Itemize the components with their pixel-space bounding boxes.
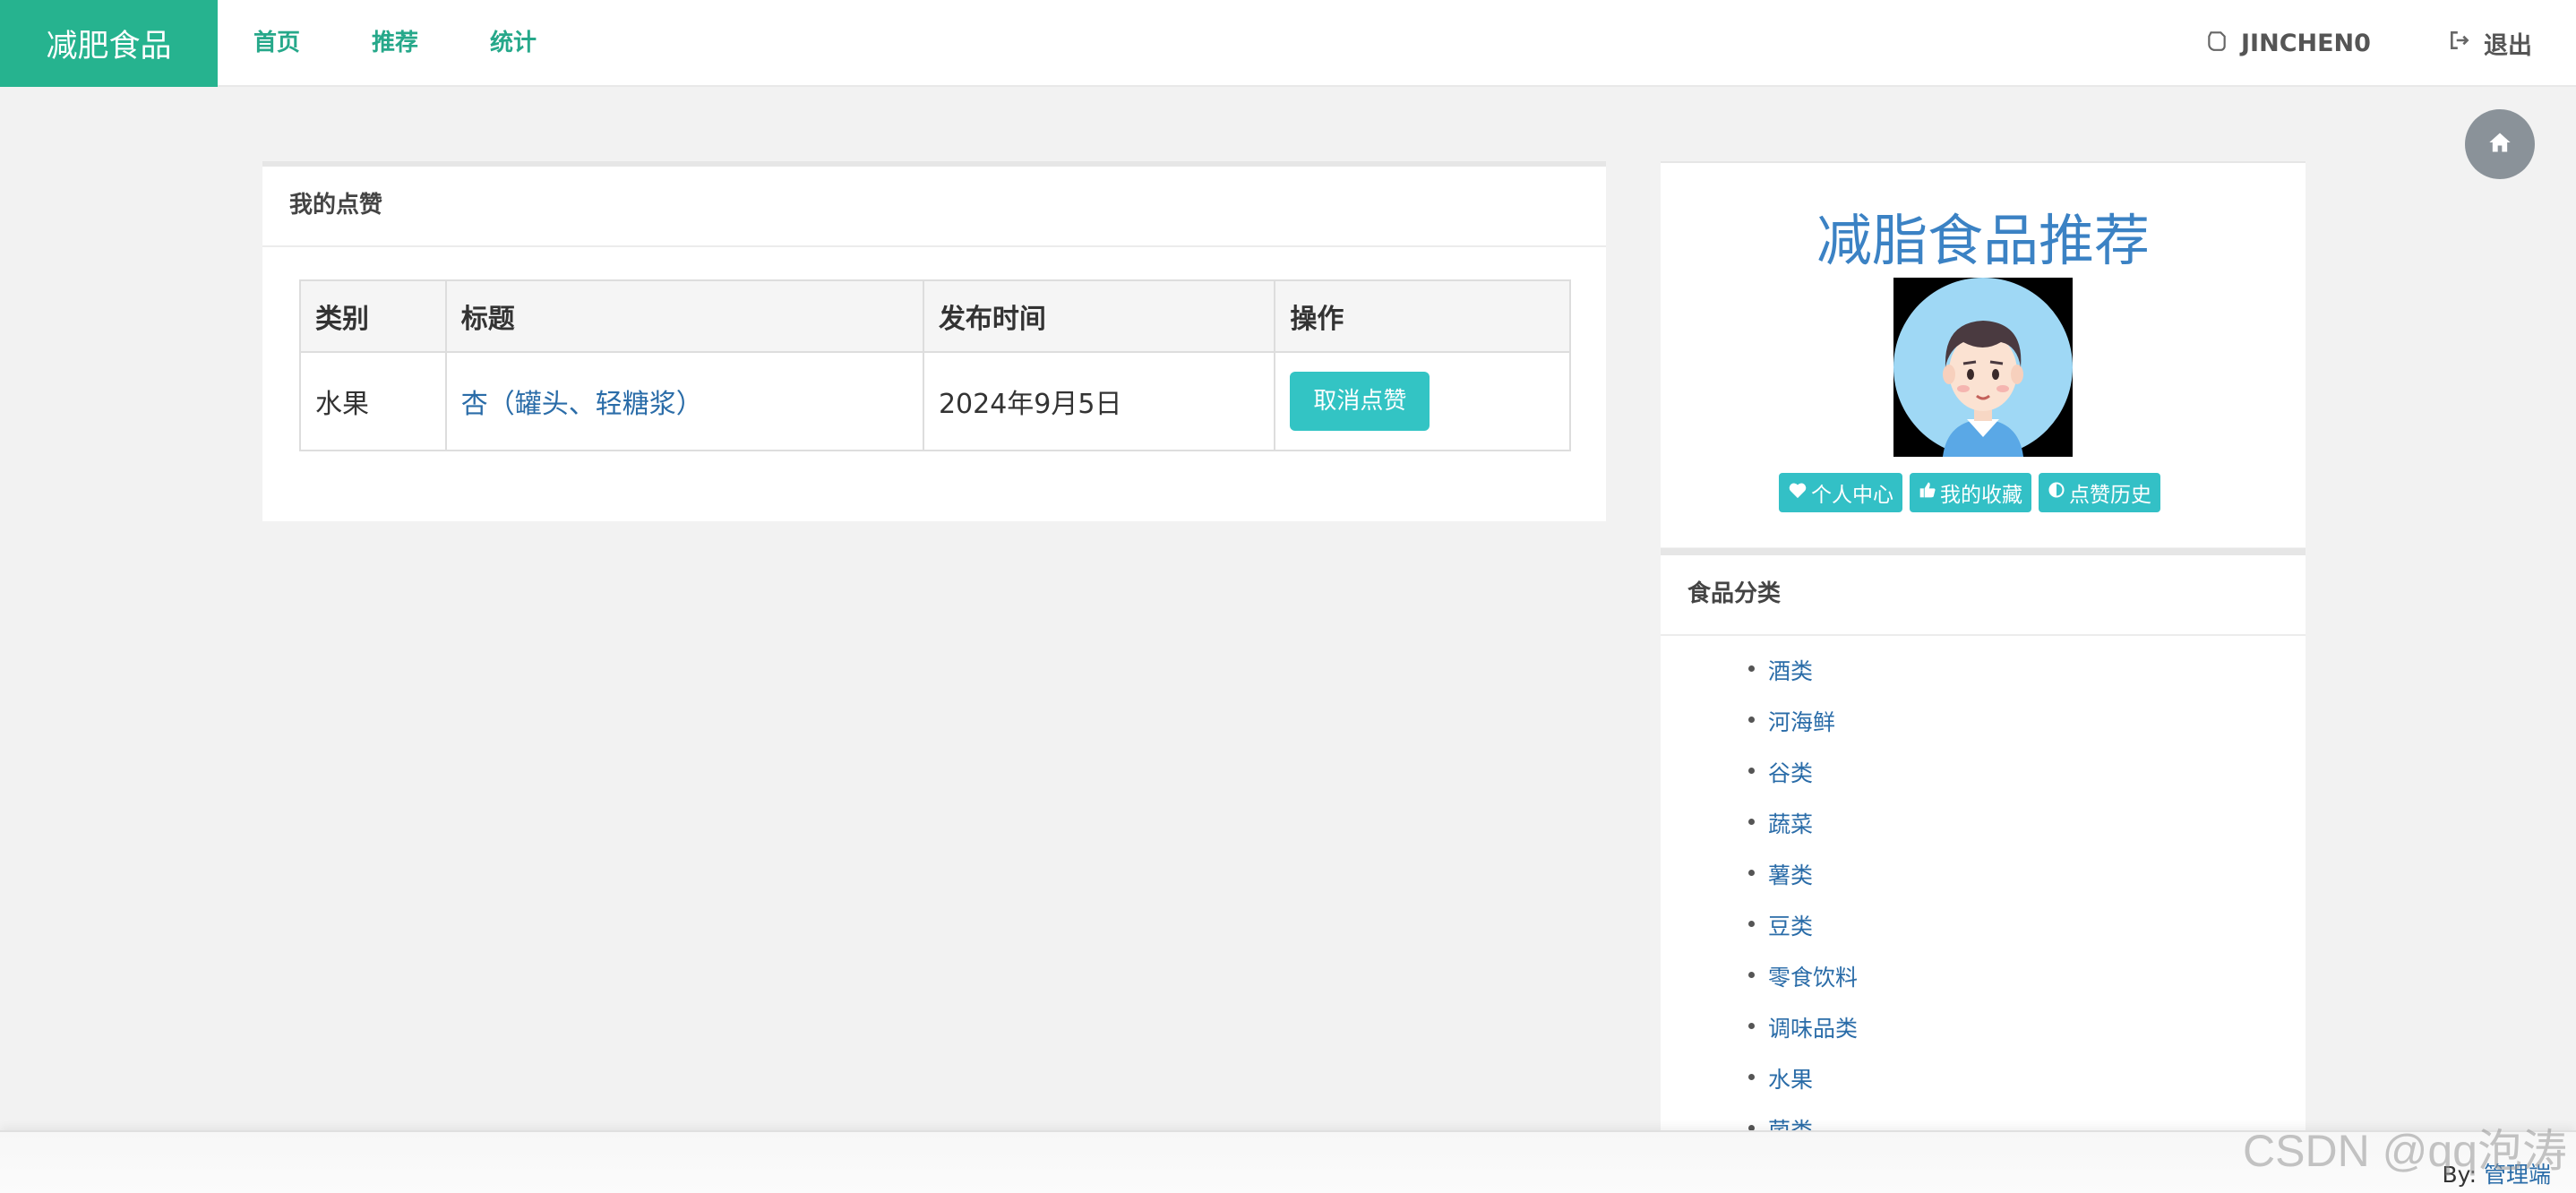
list-item: 蔬菜	[1747, 807, 1858, 858]
list-item: 河海鲜	[1747, 705, 1858, 756]
likes-panel-title: 我的点赞	[262, 167, 1606, 247]
logout-button[interactable]: 退出	[2448, 0, 2532, 87]
food-category-title: 食品分类	[1661, 555, 2306, 636]
category-link[interactable]: 零食饮料	[1768, 965, 1858, 991]
nav-link-home[interactable]: 首页	[253, 0, 300, 87]
username: JINCHEN0	[2241, 30, 2371, 57]
list-item: 酒类	[1747, 654, 1858, 705]
recommend-heading: 减脂食品推荐	[1816, 208, 2150, 273]
logout-icon	[2448, 29, 2484, 58]
list-item: 薯类	[1747, 858, 1858, 909]
avatar	[1893, 278, 2073, 457]
nav-link-statistics[interactable]: 统计	[490, 0, 537, 87]
recommend-profile-panel: 减脂食品推荐 个人中心 我的收藏 点赞历史	[1661, 161, 2306, 547]
food-category-panel: 食品分类 酒类 河海鲜 谷类 蔬菜 薯类 豆类 零食饮料 调味品类 水果 菌类	[1661, 548, 2306, 1193]
category-link[interactable]: 谷类	[1768, 760, 1813, 786]
hand-icon	[2205, 29, 2241, 58]
brand-logo[interactable]: 减肥食品	[0, 0, 218, 87]
tag-personal-center[interactable]: 个人中心	[1779, 473, 1902, 512]
tag-label: 我的收藏	[1940, 484, 2022, 507]
list-item: 谷类	[1747, 756, 1858, 807]
tag-label: 点赞历史	[2069, 484, 2151, 507]
home-floating-button[interactable]	[2465, 109, 2535, 179]
category-link[interactable]: 酒类	[1768, 658, 1813, 684]
food-title-link[interactable]: 杏（罐头、轻糖浆）	[461, 389, 703, 420]
page-footer: By: 管理端	[0, 1130, 2576, 1193]
list-item: 豆类	[1747, 909, 1858, 960]
table-header-row: 类别 标题 发布时间 操作	[299, 279, 1571, 353]
column-header-date: 发布时间	[922, 279, 1276, 353]
category-link[interactable]: 薯类	[1768, 863, 1813, 888]
tag-like-history[interactable]: 点赞历史	[2039, 473, 2160, 512]
list-item: 零食饮料	[1747, 960, 1858, 1011]
likes-panel: 我的点赞 类别 标题 发布时间 操作 水果 杏（罐头、轻糖浆） 2024年9月5…	[262, 161, 1606, 521]
category-link[interactable]: 河海鲜	[1768, 709, 1835, 735]
adjust-icon	[2048, 481, 2065, 504]
category-link[interactable]: 蔬菜	[1768, 811, 1813, 837]
food-category-list: 酒类 河海鲜 谷类 蔬菜 薯类 豆类 零食饮料 调味品类 水果 菌类	[1747, 654, 1858, 1164]
cell-action: 取消点赞	[1274, 351, 1571, 451]
category-link[interactable]: 调味品类	[1768, 1016, 1858, 1042]
unlike-button[interactable]: 取消点赞	[1290, 372, 1430, 431]
column-header-category: 类别	[299, 279, 447, 353]
tag-my-favorites[interactable]: 我的收藏	[1910, 473, 2031, 512]
table-row: 水果 杏（罐头、轻糖浆） 2024年9月5日 取消点赞	[299, 351, 1571, 451]
category-link[interactable]: 豆类	[1768, 914, 1813, 940]
tag-label: 个人中心	[1811, 484, 1893, 507]
home-icon	[2487, 131, 2512, 158]
cell-category: 水果	[299, 351, 447, 451]
nav-link-recommend[interactable]: 推荐	[372, 0, 418, 87]
thumbs-up-icon	[1919, 481, 1936, 504]
cell-date: 2024年9月5日	[922, 351, 1276, 451]
category-link[interactable]: 水果	[1768, 1067, 1813, 1093]
profile-tag-row: 个人中心 我的收藏 点赞历史	[1779, 473, 2160, 512]
heart-icon	[1788, 481, 1807, 504]
list-item: 调味品类	[1747, 1011, 1858, 1062]
top-navbar: 减肥食品 首页 推荐 统计 JINCHEN0 退出	[0, 0, 2576, 87]
list-item: 水果	[1747, 1062, 1858, 1113]
logout-label: 退出	[2484, 32, 2532, 60]
user-menu[interactable]: JINCHEN0	[2205, 0, 2371, 87]
likes-table: 类别 标题 发布时间 操作 水果 杏（罐头、轻糖浆） 2024年9月5日 取消点…	[299, 279, 1571, 451]
column-header-title: 标题	[444, 279, 924, 353]
cell-title: 杏（罐头、轻糖浆）	[444, 351, 924, 451]
column-header-action: 操作	[1274, 279, 1571, 353]
csdn-watermark: CSDN @qq泡涛	[2243, 1126, 2567, 1176]
